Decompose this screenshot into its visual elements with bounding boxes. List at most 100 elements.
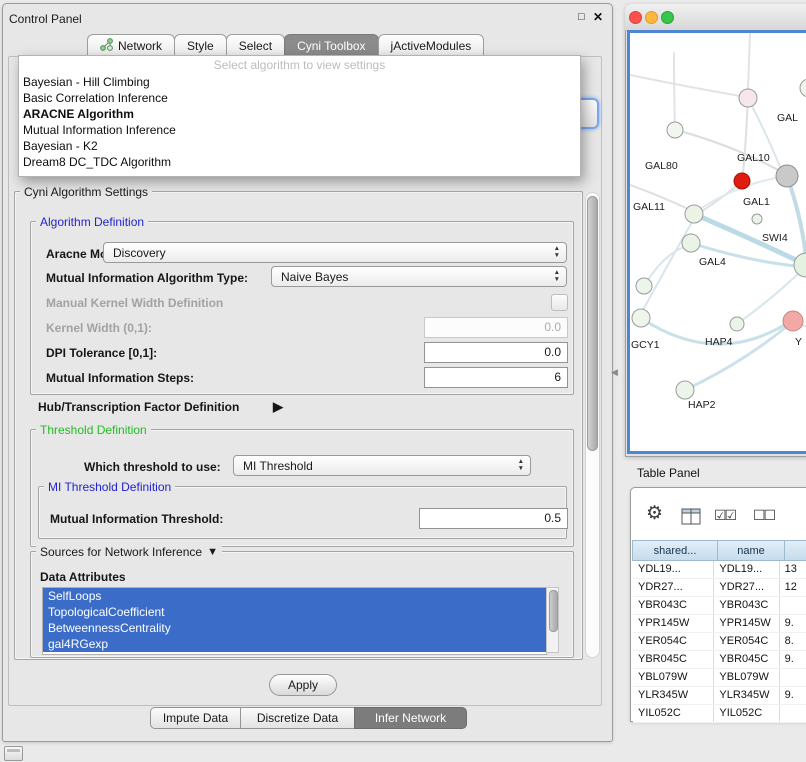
network-node[interactable]: [800, 79, 806, 97]
gear-icon[interactable]: ⚙: [646, 504, 663, 524]
select-all-icon[interactable]: ☑☑: [714, 507, 735, 524]
network-tab-icon: [100, 38, 113, 54]
float-window-icon[interactable]: □: [578, 11, 585, 23]
which-threshold-select[interactable]: MI Threshold ▲▼: [233, 455, 531, 476]
table-row[interactable]: YER054CYER054C8.: [633, 633, 806, 651]
table-cell: 9.: [780, 615, 806, 632]
table-row[interactable]: YPR145WYPR145W9.: [633, 615, 806, 633]
network-edge[interactable]: [643, 222, 692, 310]
table-cell: YPR145W: [633, 615, 714, 632]
mi-threshold-field[interactable]: 0.5: [419, 508, 568, 529]
algorithm-option[interactable]: ARACNE Algorithm: [19, 106, 580, 122]
aracne-mode-select[interactable]: Discovery ▲▼: [103, 242, 567, 263]
table-row[interactable]: YBR043CYBR043C: [633, 597, 806, 615]
hub-definition-label: Hub/Transcription Factor Definition: [38, 400, 239, 414]
network-node-label: GAL11: [633, 201, 665, 213]
tab-impute-data[interactable]: Impute Data: [150, 707, 241, 729]
data-attribute-item[interactable]: BetweennessCentrality: [43, 620, 546, 636]
table-column-header[interactable]: shared...: [632, 540, 718, 561]
algorithm-option[interactable]: Bayesian - Hill Climbing: [19, 74, 580, 90]
algorithm-option[interactable]: Basic Correlation Inference: [19, 90, 580, 106]
network-node-label: HAP2: [688, 399, 716, 411]
data-attribute-item[interactable]: TopologicalCoefficient: [43, 604, 546, 620]
tab-discretize-data[interactable]: Discretize Data: [240, 707, 355, 729]
table-row[interactable]: YBR045CYBR045C9.: [633, 651, 806, 669]
sources-group-title: Sources for Network Inference ▼: [36, 545, 222, 559]
table-cell: YPR145W: [714, 615, 779, 632]
kernel-width-field[interactable]: 0.0: [424, 317, 568, 338]
attributes-list-scrollbar[interactable]: [546, 587, 559, 653]
tab-cyni-toolbox[interactable]: Cyni Toolbox: [284, 34, 378, 57]
network-edge[interactable]: [787, 176, 806, 258]
tab-network[interactable]: Network: [87, 34, 175, 57]
table-row[interactable]: YBL079WYBL079W: [633, 669, 806, 687]
network-node-label: GAL: [777, 112, 798, 124]
network-node[interactable]: [730, 317, 744, 331]
tab-infer-network[interactable]: Infer Network: [354, 707, 467, 729]
network-node[interactable]: [685, 205, 703, 223]
table-cell: 12: [780, 579, 806, 596]
table-cell: 13: [780, 561, 806, 578]
network-edge[interactable]: [676, 130, 780, 171]
table-column-header[interactable]: [784, 540, 806, 561]
table-cell: 8.: [780, 633, 806, 650]
attributes-scrollbar-thumb[interactable]: [549, 590, 558, 632]
network-node-label: GAL1: [743, 196, 770, 208]
settings-scrollbar[interactable]: [585, 192, 600, 658]
table-row[interactable]: YDL19...YDL19...13: [633, 561, 806, 579]
network-node-label: Y: [795, 336, 802, 348]
table-row[interactable]: YLR345WYLR345W9.: [633, 687, 806, 705]
table-cell: [780, 705, 806, 722]
zoom-button[interactable]: [661, 11, 674, 24]
network-edge[interactable]: [630, 75, 740, 96]
network-edge[interactable]: [674, 53, 675, 130]
apply-button[interactable]: Apply: [269, 674, 337, 696]
data-attributes-list[interactable]: SelfLoopsTopologicalCoefficientBetweenne…: [42, 587, 547, 655]
columns-icon[interactable]: [681, 508, 701, 530]
dpi-tolerance-field[interactable]: 0.0: [424, 342, 568, 363]
close-button[interactable]: [629, 11, 642, 24]
deselect-all-icon[interactable]: ☐☐: [753, 507, 774, 524]
network-node[interactable]: [776, 165, 798, 187]
tab-select[interactable]: Select: [226, 34, 285, 57]
settings-scrollbar-thumb[interactable]: [587, 196, 598, 451]
manual-kernel-width-checkbox[interactable]: [551, 294, 568, 311]
splitter-collapse-icon[interactable]: ◀: [611, 367, 618, 378]
tab-jactivemodules[interactable]: jActiveModules: [378, 34, 485, 57]
tab-style[interactable]: Style: [174, 34, 227, 57]
network-node[interactable]: [752, 214, 762, 224]
mi-algorithm-type-select[interactable]: Naive Bayes ▲▼: [271, 266, 567, 287]
network-node[interactable]: [676, 381, 694, 399]
algorithm-option[interactable]: Mutual Information Inference: [19, 122, 580, 138]
close-panel-icon[interactable]: ✕: [593, 10, 603, 24]
table-column-header[interactable]: name: [717, 540, 785, 561]
mi-steps-field[interactable]: 6: [424, 367, 568, 388]
network-node[interactable]: [667, 122, 683, 138]
tab-label: Network: [118, 39, 162, 53]
network-node[interactable]: [636, 278, 652, 294]
data-attribute-item[interactable]: gal4RGexp: [43, 636, 546, 652]
network-edge[interactable]: [685, 327, 786, 390]
collapse-arrow-icon[interactable]: ▼: [207, 546, 218, 558]
minimized-panel-icon[interactable]: [4, 746, 23, 761]
minimize-button[interactable]: [645, 11, 658, 24]
network-graph[interactable]: GALGAL80GAL10GAL11GAL1SWI4GAL4GCY1HAP4YH…: [630, 33, 806, 451]
data-attribute-item[interactable]: SelfLoops: [43, 588, 546, 604]
table-cell: YLR345W: [714, 687, 779, 704]
network-edge[interactable]: [748, 33, 750, 89]
network-node[interactable]: [783, 311, 803, 331]
combo-stepper-icon: ▲▼: [554, 270, 560, 283]
network-node-label: GAL4: [699, 256, 726, 268]
algorithm-option[interactable]: Bayesian - K2: [19, 138, 580, 154]
table-row[interactable]: YIL052CYIL052C: [633, 705, 806, 723]
threshold-definition-title: Threshold Definition: [36, 423, 151, 437]
network-node[interactable]: [739, 89, 757, 107]
network-node[interactable]: [794, 253, 806, 277]
network-node[interactable]: [682, 234, 700, 252]
algorithm-option[interactable]: Dream8 DC_TDC Algorithm: [19, 154, 580, 170]
table-cell: YBR045C: [714, 651, 779, 668]
network-node[interactable]: [734, 173, 750, 189]
expand-arrow-icon[interactable]: ▶: [273, 399, 283, 415]
table-row[interactable]: YDR27...YDR27...12: [633, 579, 806, 597]
network-node[interactable]: [632, 309, 650, 327]
